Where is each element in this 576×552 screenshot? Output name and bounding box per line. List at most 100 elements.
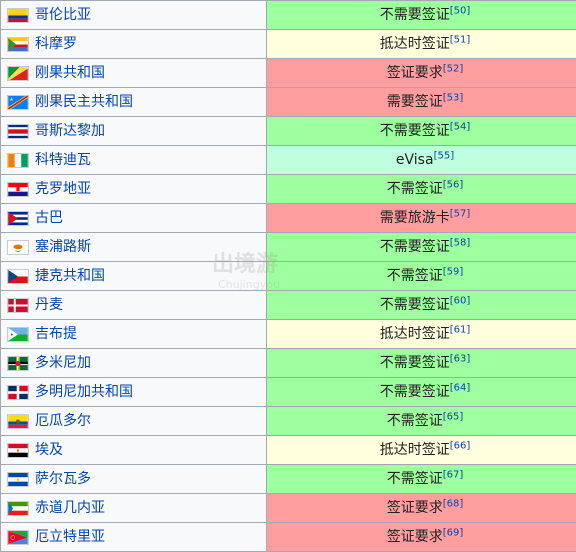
czech-flag-icon <box>7 269 29 284</box>
visa-status-cell: 抵达时签证[61] <box>267 320 576 349</box>
country-link[interactable]: 埃及 <box>35 442 63 458</box>
table-row: 科摩罗 抵达时签证[51] <box>1 30 576 59</box>
country-cell: 塞浦路斯 <box>1 233 267 262</box>
country-link[interactable]: 刚果民主共和国 <box>35 94 133 110</box>
country-cell: 哥伦比亚 <box>1 1 267 30</box>
reference-link[interactable]: [56] <box>443 179 464 190</box>
reference-link[interactable]: [55] <box>434 150 455 161</box>
country-link[interactable]: 厄立特里亚 <box>35 529 105 545</box>
country-cell: 刚果共和国 <box>1 59 267 88</box>
reference-link[interactable]: [63] <box>450 353 471 364</box>
country-link[interactable]: 克罗地亚 <box>35 181 91 197</box>
reference-link[interactable]: [52] <box>443 63 464 74</box>
visa-status-cell: 签证要求[69] <box>267 523 576 552</box>
country-link[interactable]: 吉布提 <box>35 326 77 342</box>
country-link[interactable]: 厄瓜多尔 <box>35 413 91 429</box>
visa-status-cell: 不需签证[67] <box>267 465 576 494</box>
table-row: 多明尼加共和国 不需要签证[64] <box>1 378 576 407</box>
table-row: 科特迪瓦 eVisa[55] <box>1 146 576 175</box>
reference-link[interactable]: [57] <box>450 208 471 219</box>
visa-status-text: 需要旅游卡 <box>380 210 450 226</box>
dominica-flag-icon <box>7 356 29 371</box>
country-cell: 厄瓜多尔 <box>1 407 267 436</box>
visa-status-cell: 不需要签证[64] <box>267 378 576 407</box>
reference-link[interactable]: [69] <box>443 527 464 538</box>
denmark-flag-icon <box>7 298 29 313</box>
ecuador-flag-icon <box>7 414 29 429</box>
egypt-flag-icon <box>7 443 29 458</box>
country-link[interactable]: 多米尼加 <box>35 355 91 371</box>
country-link[interactable]: 科摩罗 <box>35 36 77 52</box>
country-cell: 多明尼加共和国 <box>1 378 267 407</box>
country-cell: 科摩罗 <box>1 30 267 59</box>
country-cell: 萨尔瓦多 <box>1 465 267 494</box>
visa-status-text: 不需要签证 <box>380 355 450 371</box>
reference-link[interactable]: [59] <box>443 266 464 277</box>
table-row: 萨尔瓦多 不需签证[67] <box>1 465 576 494</box>
visa-status-text: 不需签证 <box>387 471 443 487</box>
visa-requirements-table: 哥伦比亚不需要签证[50]科摩罗抵达时签证[51]刚果共和国签证要求[52]刚果… <box>0 0 576 552</box>
el-salvador-flag-icon <box>7 472 29 487</box>
table-body: 哥伦比亚不需要签证[50]科摩罗抵达时签证[51]刚果共和国签证要求[52]刚果… <box>1 1 576 552</box>
table-row: 捷克共和国 不需签证[59] <box>1 262 576 291</box>
visa-status-cell: 抵达时签证[66] <box>267 436 576 465</box>
country-link[interactable]: 塞浦路斯 <box>35 239 91 255</box>
visa-status-cell: 需要旅游卡[57] <box>267 204 576 233</box>
table-row: 塞浦路斯不需要签证[58] <box>1 233 576 262</box>
reference-link[interactable]: [66] <box>450 440 471 451</box>
reference-link[interactable]: [68] <box>443 498 464 509</box>
table-row: 克罗地亚 不需签证[56] <box>1 175 576 204</box>
table-row: 厄瓜多尔 不需签证[65] <box>1 407 576 436</box>
visa-status-text: 不需要签证 <box>380 7 450 23</box>
country-link[interactable]: 刚果共和国 <box>35 65 105 81</box>
country-cell: 哥斯达黎加 <box>1 117 267 146</box>
table-row: 刚果共和国签证要求[52] <box>1 59 576 88</box>
country-cell: 捷克共和国 <box>1 262 267 291</box>
country-cell: 古巴 <box>1 204 267 233</box>
reference-link[interactable]: [64] <box>450 382 471 393</box>
country-link[interactable]: 古巴 <box>35 210 63 226</box>
reference-link[interactable]: [51] <box>450 34 471 45</box>
reference-link[interactable]: [65] <box>443 411 464 422</box>
table-row: 哥伦比亚 不需要签证[50] <box>1 1 576 30</box>
visa-status-cell: 不需签证[59] <box>267 262 576 291</box>
reference-link[interactable]: [67] <box>443 469 464 480</box>
cyprus-flag-icon <box>7 240 29 255</box>
country-cell: 克罗地亚 <box>1 175 267 204</box>
visa-status-cell: 不需要签证[60] <box>267 291 576 320</box>
visa-status-text: 需要签证 <box>387 94 443 110</box>
country-link[interactable]: 多明尼加共和国 <box>35 384 133 400</box>
country-cell: 赤道几内亚 <box>1 494 267 523</box>
visa-status-cell: 不需签证[65] <box>267 407 576 436</box>
reference-link[interactable]: [54] <box>450 121 471 132</box>
table-row: 刚果民主共和国 需要签证[53] <box>1 88 576 117</box>
country-link[interactable]: 丹麦 <box>35 297 63 313</box>
reference-link[interactable]: [53] <box>443 92 464 103</box>
country-cell: 刚果民主共和国 <box>1 88 267 117</box>
visa-status-text: 抵达时签证 <box>380 326 450 342</box>
country-link[interactable]: 萨尔瓦多 <box>35 471 91 487</box>
visa-status-cell: 抵达时签证[51] <box>267 30 576 59</box>
visa-status-text: 不需要签证 <box>380 123 450 139</box>
country-link[interactable]: 哥伦比亚 <box>35 7 91 23</box>
reference-link[interactable]: [58] <box>450 237 471 248</box>
country-cell: 吉布提 <box>1 320 267 349</box>
country-link[interactable]: 赤道几内亚 <box>35 500 105 516</box>
table-row: 古巴 需要旅游卡[57] <box>1 204 576 233</box>
reference-link[interactable]: [61] <box>450 324 471 335</box>
cote-divoire-flag-icon <box>7 153 29 168</box>
country-link[interactable]: 捷克共和国 <box>35 268 105 284</box>
table-row: 丹麦 不需要签证[60] <box>1 291 576 320</box>
costa-rica-flag-icon <box>7 124 29 139</box>
table-row: 埃及 抵达时签证[66] <box>1 436 576 465</box>
country-cell: 科特迪瓦 <box>1 146 267 175</box>
reference-link[interactable]: [50] <box>450 5 471 16</box>
reference-link[interactable]: [60] <box>450 295 471 306</box>
visa-status-text: 签证要求 <box>387 529 443 545</box>
table-row: 厄立特里亚 签证要求[69] <box>1 523 576 552</box>
country-link[interactable]: 科特迪瓦 <box>35 152 91 168</box>
country-link[interactable]: 哥斯达黎加 <box>35 123 105 139</box>
visa-status-text: 不需签证 <box>387 181 443 197</box>
visa-status-text: 抵达时签证 <box>380 442 450 458</box>
visa-status-text: eVisa <box>396 152 434 168</box>
